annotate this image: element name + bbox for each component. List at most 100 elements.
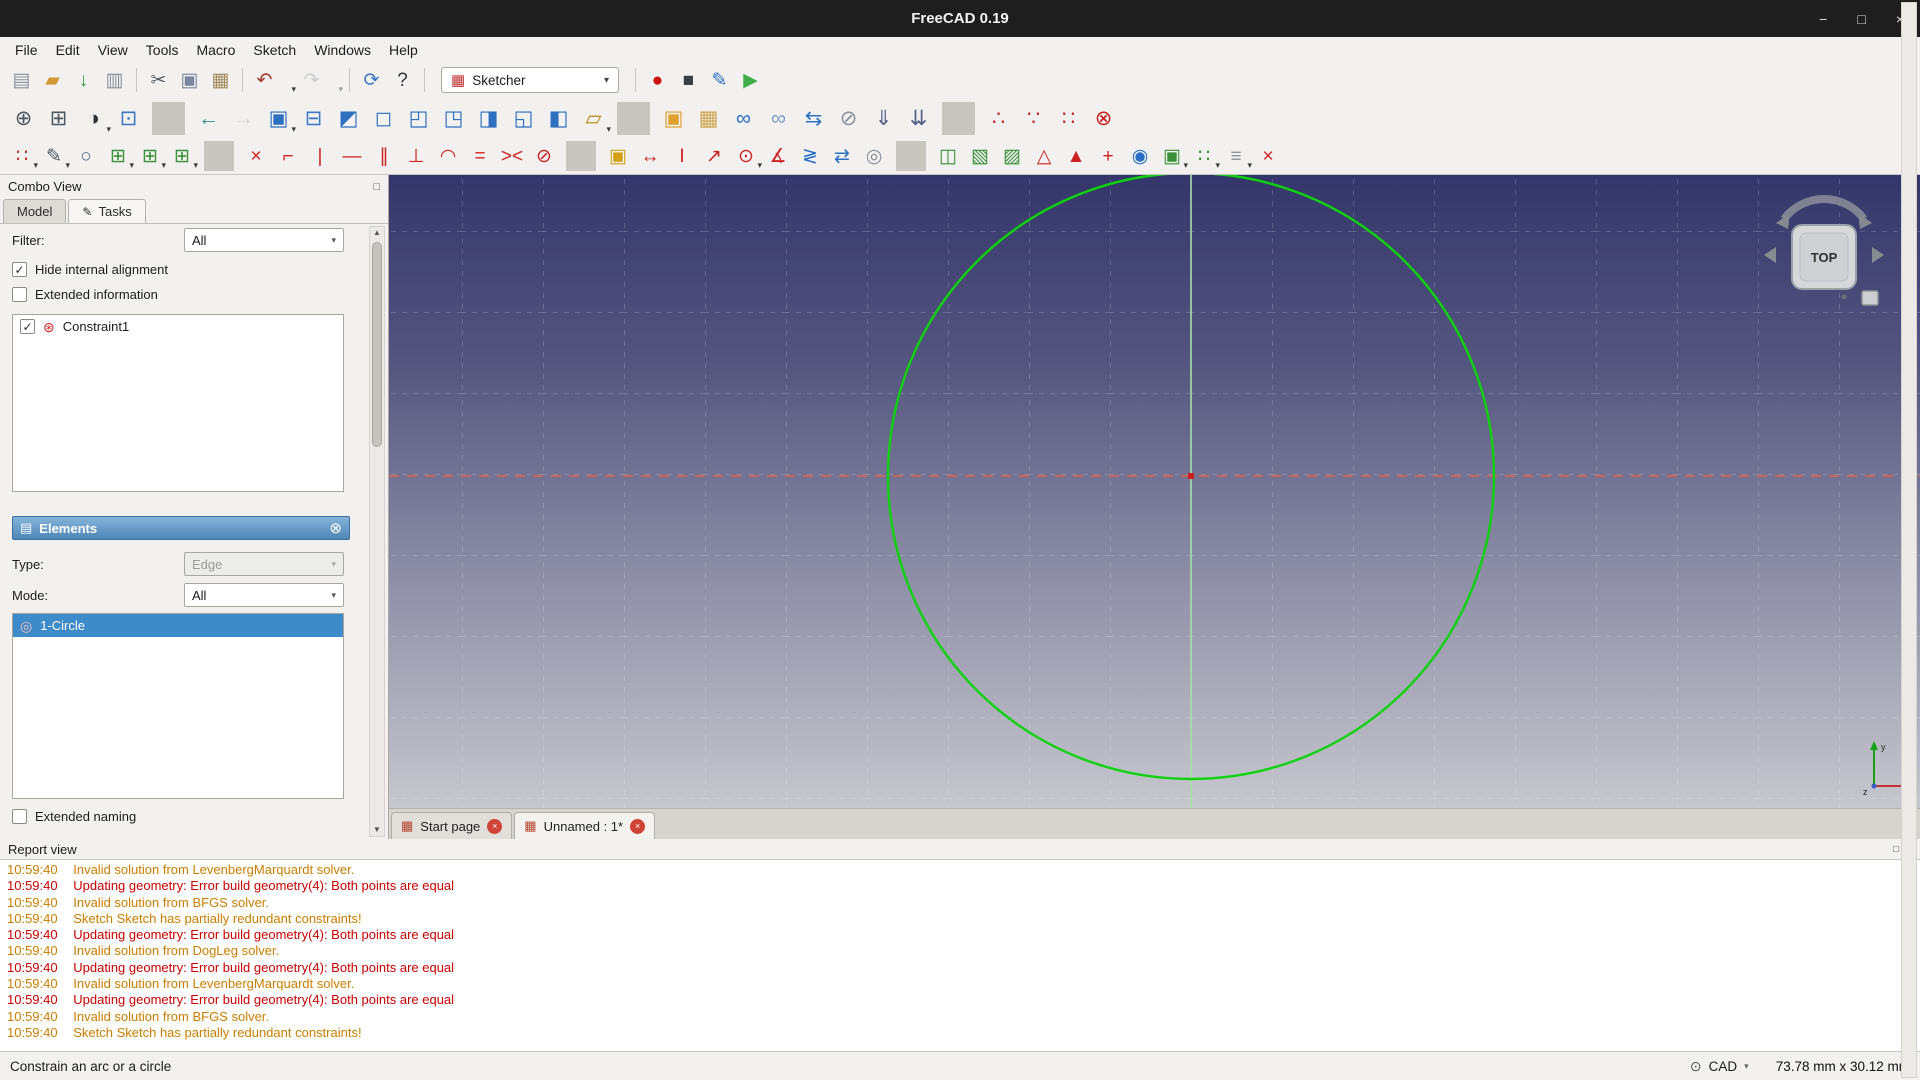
clone-icon[interactable]: ▣ ▾ (1157, 141, 1188, 171)
create-group-icon[interactable]: ▦ (692, 102, 725, 135)
whats-this-icon[interactable]: ? (388, 66, 417, 95)
select-origin-icon[interactable]: + (1093, 141, 1123, 171)
navigation-cube[interactable]: TOP (1758, 191, 1890, 313)
constrain-parallel-icon[interactable]: ∥ (369, 141, 399, 171)
extended-information-checkbox[interactable]: Extended information (12, 287, 364, 302)
select-associated-constraints-icon[interactable]: ◫ (933, 141, 963, 171)
select-conflicting-constraints-icon[interactable]: ▲ (1061, 141, 1091, 171)
import-all-links-icon[interactable]: ⇊ (902, 102, 935, 135)
toggle-driving-constraint-icon[interactable]: ⇄ (827, 141, 857, 171)
constrain-coincident-icon[interactable]: × (241, 141, 271, 171)
macro-record-icon[interactable]: ● (643, 66, 672, 95)
redo-dropdown-icon[interactable]: ▾ (328, 66, 343, 95)
constrain-horizontal-icon[interactable]: — (337, 141, 367, 171)
edit-sketch-icon[interactable]: ✎ ▾ (39, 141, 70, 171)
workbench-selector[interactable]: ▦ Sketcher ▾ (441, 67, 619, 93)
navigation-style-selector[interactable]: CAD (1709, 1059, 1738, 1074)
new-document-icon[interactable]: ▤ (7, 66, 36, 95)
tab-close-icon[interactable]: × (487, 818, 503, 834)
menu-macro[interactable]: Macro (187, 39, 244, 61)
print-icon[interactable]: ▥ (100, 66, 129, 95)
rotate-arc-icon[interactable] (1780, 195, 1868, 222)
merge-sketches-icon[interactable]: ⊞ ▾ (135, 141, 166, 171)
tab-close-icon[interactable]: × (630, 818, 646, 834)
constrain-point-on-object-icon[interactable]: ⌐ (273, 141, 303, 171)
macro-stop-icon[interactable]: ■ (674, 66, 703, 95)
report-log[interactable]: 10:59:40 Invalid solution from Levenberg… (0, 859, 1920, 1051)
measure-distance-icon[interactable]: ▱ ▾ (577, 102, 611, 135)
constraint-item[interactable]: ✓ ⊛ Constraint1 (13, 315, 343, 338)
constraint-list[interactable]: ✓ ⊛ Constraint1 (12, 314, 344, 492)
pan-right-arrow-icon[interactable] (1872, 247, 1884, 263)
rectangular-array-icon[interactable]: ∷ ▾ (1189, 141, 1220, 171)
element-list[interactable]: ◎ 1-Circle (12, 613, 344, 799)
merge-projects-icon[interactable]: ∴ (982, 102, 1015, 135)
section-collapse-icon[interactable]: ⊗ (329, 521, 342, 536)
select-redundant-constraints-icon[interactable]: △ (1029, 141, 1059, 171)
undo-dropdown-icon[interactable]: ▾ (281, 66, 296, 95)
refresh-icon[interactable]: ⟳ (357, 66, 386, 95)
constrain-vertical-icon[interactable]: | (305, 141, 335, 171)
macro-edit-icon[interactable]: ✎ (705, 66, 734, 95)
redo-icon[interactable]: ↷ (297, 66, 326, 95)
filter-select[interactable]: All ▾ (184, 228, 344, 252)
unlink-icon[interactable]: ⊘ (832, 102, 865, 135)
view-rear-icon[interactable]: ◨ (472, 102, 505, 135)
replace-with-link-icon[interactable]: ⇆ (797, 102, 830, 135)
zoom-box-icon[interactable]: ⊟ (297, 102, 330, 135)
menu-tools[interactable]: Tools (137, 39, 188, 61)
panel-float-icon[interactable]: □ (373, 181, 380, 193)
scene-inspector-icon[interactable]: ∷ (1052, 102, 1085, 135)
stop-loading-icon[interactable]: ⊗ (1087, 102, 1120, 135)
menu-sketch[interactable]: Sketch (244, 39, 305, 61)
constrain-equal-icon[interactable]: = (465, 141, 495, 171)
constrain-angle-icon[interactable]: ∡ (763, 141, 793, 171)
tab-tasks[interactable]: ✎ Tasks (68, 199, 146, 223)
dependency-graph-icon[interactable]: ∵ (1017, 102, 1050, 135)
view-fit-selection-icon[interactable]: ⊞ (42, 102, 75, 135)
mirror-sketch-icon[interactable]: ⊞ ▾ (103, 141, 134, 171)
sketch-canvas[interactable] (389, 175, 1920, 808)
open-document-icon[interactable]: ▰ (38, 66, 67, 95)
menu-edit[interactable]: Edit (47, 39, 89, 61)
connect-edges-icon[interactable]: ▨ (997, 141, 1027, 171)
toggle-active-constraint-icon[interactable]: ◎ (859, 141, 889, 171)
view-fit-all-icon[interactable]: ⊕ (7, 102, 40, 135)
scroll-thumb[interactable] (372, 242, 382, 447)
tasks-scrollbar[interactable]: ▲ ▼ (369, 226, 385, 837)
menu-file[interactable]: File (6, 39, 47, 61)
constrain-lock-icon[interactable]: ▣ (603, 141, 633, 171)
element-item-circle[interactable]: ◎ 1-Circle (13, 614, 343, 637)
tab-start-page[interactable]: ▦ Start page × (391, 812, 513, 839)
view-top-icon[interactable]: ◰ (402, 102, 435, 135)
view-front-icon[interactable]: ◻ (367, 102, 400, 135)
virtual-space-icon[interactable]: ◉ (1125, 141, 1155, 171)
create-part-icon[interactable]: ▣ (657, 102, 690, 135)
save-icon[interactable]: ↓ (69, 66, 98, 95)
hide-internal-alignment-checkbox[interactable]: ✓ Hide internal alignment (12, 262, 364, 277)
constrain-radius-icon[interactable]: ⊙ ▾ (731, 141, 762, 171)
make-link-icon[interactable]: ∞ (727, 102, 760, 135)
view-home-icon[interactable]: ▣ ▾ (262, 102, 296, 135)
view-right-icon[interactable]: ◳ (437, 102, 470, 135)
create-sketch-icon[interactable]: ∷ ▾ (7, 141, 38, 171)
nav-back-icon[interactable]: ← (192, 102, 225, 135)
maximize-button[interactable]: □ (1857, 12, 1865, 26)
3d-viewport[interactable]: TOP y x z (389, 175, 1920, 808)
constrain-symmetric-icon[interactable]: >< (497, 141, 527, 171)
scroll-down-icon[interactable]: ▼ (373, 825, 381, 835)
constrain-distance-icon[interactable]: ↗ (699, 141, 729, 171)
constrain-snells-law-icon[interactable]: ≷ (795, 141, 825, 171)
rendering-order-icon[interactable]: ≡ ▾ (1221, 141, 1252, 171)
import-links-icon[interactable]: ⇓ (867, 102, 900, 135)
pan-left-arrow-icon[interactable] (1764, 247, 1776, 263)
view-left-icon[interactable]: ◧ (542, 102, 575, 135)
close-shape-icon[interactable]: ▧ (965, 141, 995, 171)
origin-point[interactable] (1188, 473, 1194, 479)
menu-view[interactable]: View (89, 39, 137, 61)
undo-icon[interactable]: ↶ (250, 66, 279, 95)
draw-style-icon[interactable]: ◑ ▾ (77, 102, 111, 135)
constrain-block-icon[interactable]: ⊘ (529, 141, 559, 171)
cut-icon[interactable]: ✂ (144, 66, 173, 95)
nav-forward-icon[interactable]: → (227, 102, 260, 135)
